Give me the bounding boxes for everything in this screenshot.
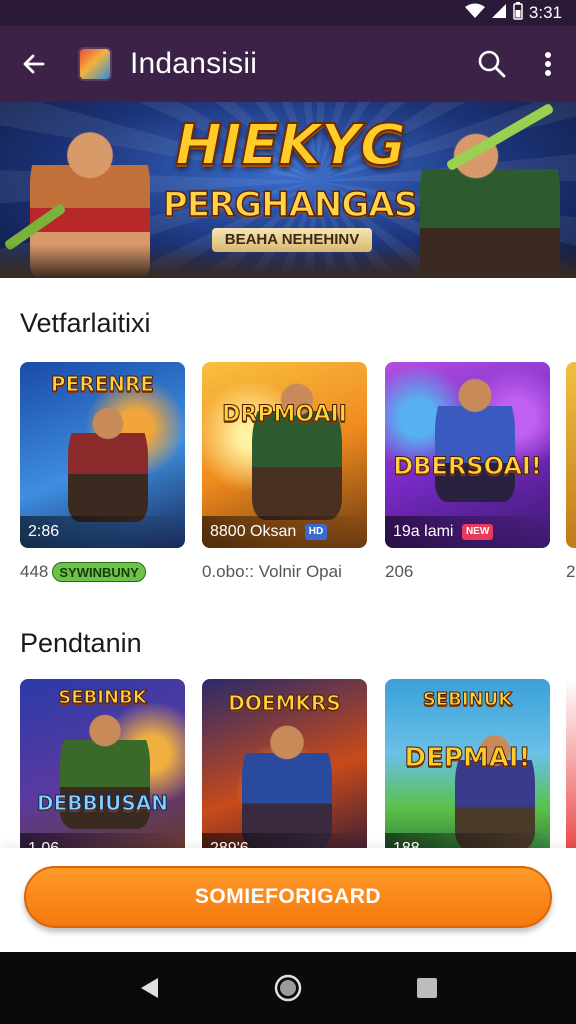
card-peek[interactable] [566, 679, 576, 865]
app-bar: Indansisii [0, 26, 576, 102]
card-badge: 8800 Oksan HD [202, 516, 367, 548]
section-title-1: Vetfarlaitixi [20, 308, 151, 338]
nav-back-icon [141, 978, 159, 998]
section-title-2: Pendtanin [20, 628, 142, 658]
search-button[interactable] [464, 26, 520, 102]
card-figure [252, 380, 342, 520]
card-row-1: PERENRE 2:86 DRPMOAII 8800 Oksan HD DBER… [20, 362, 576, 552]
card-badge: 19a lami NEW [385, 516, 550, 548]
card-meta-text: 2 [566, 562, 576, 581]
game-card[interactable]: DRPMOAII 8800 Oksan HD [202, 362, 367, 548]
cta-area: SOMIEFORIGARD [0, 848, 576, 952]
status-time: 3:31 [528, 3, 562, 22]
card-badge-text: 19a lami [393, 523, 454, 540]
nav-back-button[interactable] [125, 964, 173, 1012]
card-row-2: SEBINBK DEBBIUSAN 1.06 DOEMKRS 289'6 SEB… [20, 679, 576, 869]
game-card[interactable]: SEBINUK DEPMAI! 188 [385, 679, 550, 865]
card-meta: 448 SYWINBUNY [20, 562, 146, 582]
banner-subtitle: PERGHANGAS [162, 185, 419, 225]
card-figure [242, 719, 332, 849]
app-title: Indansisii [130, 47, 258, 80]
more-vertical-icon [545, 52, 551, 76]
arrow-left-icon [23, 54, 45, 74]
card-art-title: PERENRE [50, 372, 155, 397]
card-art-subtitle: DEPMAI! [404, 743, 531, 774]
card-art-title: SEBINUK [422, 689, 513, 711]
card-meta: 206 [385, 562, 413, 582]
card-figure [68, 402, 148, 522]
card-badge-text: 2:86 [28, 523, 60, 540]
nav-home-button[interactable] [264, 964, 312, 1012]
card-art-title: DRPMOAII [222, 402, 348, 428]
status-bar: 3:31 [0, 0, 576, 26]
banner-tagline: BEAHA NEHEHINV [212, 228, 372, 252]
game-card[interactable]: SEBINBK DEBBIUSAN 1.06 [20, 679, 185, 865]
card-meta-text: 0.obo:: Volnir Opai [202, 562, 342, 581]
card-art-subtitle: DEBBIUSAN [36, 791, 169, 816]
game-card[interactable]: DBERSOAI! 19a lami NEW [385, 362, 550, 548]
card-meta-text: 448 [20, 562, 49, 581]
card-meta-chip: SYWINBUNY [52, 562, 146, 582]
app-icon [78, 47, 112, 81]
nav-recents-icon [416, 978, 437, 998]
game-card[interactable]: DOEMKRS 289'6 [202, 679, 367, 865]
card-badge-text: 8800 Oksan [210, 523, 297, 540]
banner-title: HIEKYG [174, 113, 407, 178]
card-meta: 0.obo:: Volnir Opai [202, 562, 342, 582]
featured-banner[interactable]: HIEKYG PERGHANGAS BEAHA NEHEHINV [0, 102, 576, 278]
card-art-title: DBERSOAI! [393, 452, 543, 481]
card-badge-tag: NEW [461, 523, 494, 540]
card-art-title: DOEMKRS [228, 691, 341, 716]
battery-icon [513, 1, 523, 25]
more-options-button[interactable] [520, 26, 576, 102]
game-card[interactable]: PERENRE 2:86 [20, 362, 185, 548]
primary-cta-button[interactable]: SOMIEFORIGARD [24, 866, 552, 928]
card-figure [435, 372, 515, 502]
system-nav-bar [0, 952, 576, 1024]
card-art-title: SEBINBK [58, 687, 147, 709]
card-meta: 2 [566, 562, 575, 582]
card-meta-text: 206 [385, 562, 414, 581]
search-icon [478, 50, 506, 78]
wifi-icon [464, 3, 485, 24]
signal-icon [491, 3, 507, 24]
nav-home-icon [274, 974, 302, 1002]
back-button[interactable] [0, 26, 68, 102]
card-badge: 2:86 [20, 516, 185, 548]
nav-recents-button[interactable] [403, 964, 451, 1012]
card-peek[interactable] [566, 362, 576, 548]
card-badge-tag: HD [304, 523, 328, 540]
meta-row-1: 448 SYWINBUNY 0.obo:: Volnir Opai 206 2 [20, 562, 576, 590]
